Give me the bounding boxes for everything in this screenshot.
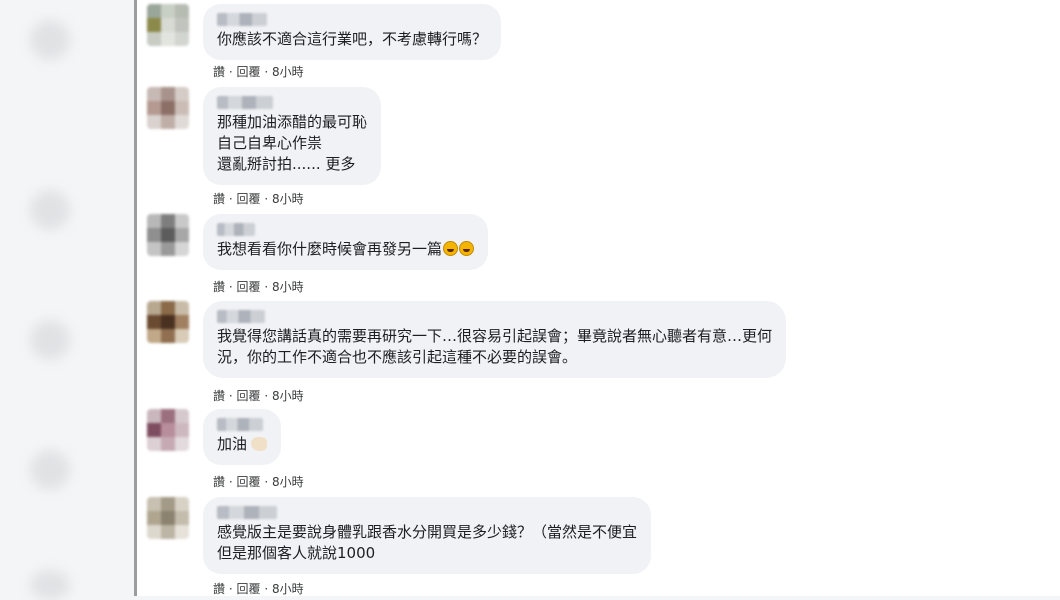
separator: · xyxy=(264,280,269,294)
separator: · xyxy=(264,192,269,206)
background-blur xyxy=(30,320,70,360)
comment-text: 你應該不適合這行業吧，不考慮轉行嗎？ xyxy=(217,30,488,48)
separator: · xyxy=(264,582,269,596)
avatar[interactable] xyxy=(147,87,189,129)
comment-bubble: 加油 xyxy=(203,409,282,465)
separator: · xyxy=(264,65,269,79)
timestamp-link[interactable]: 8小時 xyxy=(272,475,304,489)
comment-text-row: 加油 xyxy=(217,434,268,455)
timestamp-link[interactable]: 8小時 xyxy=(272,280,304,294)
timestamp-link[interactable]: 8小時 xyxy=(272,65,304,79)
reply-link[interactable]: 回覆 xyxy=(237,192,261,206)
laughing-crying-emoji-icon xyxy=(443,241,459,256)
avatar[interactable] xyxy=(147,301,189,343)
commenter-name[interactable] xyxy=(217,96,273,109)
background-blur xyxy=(30,190,70,230)
avatar[interactable] xyxy=(147,409,189,451)
comment-actions: 讚 · 回覆 · 8小時 xyxy=(213,190,304,207)
like-link[interactable]: 讚 xyxy=(213,389,225,403)
comment-text: 況，你的工作不適合也不應該引起這種不必要的誤會。 xyxy=(217,348,578,366)
comment-text: 但是那個客人就說1000 xyxy=(217,544,376,562)
comment-actions: 讚 · 回覆 · 8小時 xyxy=(213,387,304,404)
comment-text: 感覺版主是要說身體乳跟香水分開買是多少錢？（當然是不便宜 xyxy=(217,523,638,541)
reply-link[interactable]: 回覆 xyxy=(237,475,261,489)
reply-link[interactable]: 回覆 xyxy=(237,280,261,294)
laughing-crying-emoji-icon xyxy=(459,241,475,256)
avatar[interactable] xyxy=(147,214,189,256)
timestamp-link[interactable]: 8小時 xyxy=(272,582,304,596)
like-link[interactable]: 讚 xyxy=(213,65,225,79)
separator: · xyxy=(228,582,233,596)
comment-bubble: 我覺得您講話真的需要再研究一下…很容易引起誤會；畢竟說者無心聽者有意…更何 況，… xyxy=(203,301,787,378)
reply-link[interactable]: 回覆 xyxy=(237,65,261,79)
separator: · xyxy=(264,475,269,489)
comment-bubble: 感覺版主是要說身體乳跟香水分開買是多少錢？（當然是不便宜 但是那個客人就說100… xyxy=(203,497,652,574)
avatar[interactable] xyxy=(147,4,189,46)
commenter-name[interactable] xyxy=(217,223,255,236)
comment-text: 我想看看你什麼時候會再發另一篇 xyxy=(217,240,443,258)
reply-link[interactable]: 回覆 xyxy=(237,582,261,596)
flexed-biceps-icon xyxy=(251,437,268,451)
like-link[interactable]: 讚 xyxy=(213,192,225,206)
commenter-name[interactable] xyxy=(217,13,267,26)
separator: · xyxy=(228,280,233,294)
avatar[interactable] xyxy=(147,497,189,539)
comment-actions: 讚 · 回覆 · 8小時 xyxy=(213,473,304,490)
like-link[interactable]: 讚 xyxy=(213,280,225,294)
comment-text: 加油 xyxy=(217,435,248,453)
like-link[interactable]: 讚 xyxy=(213,582,225,596)
comment-bubble: 我想看看你什麼時候會再發另一篇 xyxy=(203,214,489,270)
comment-actions: 讚 · 回覆 · 8小時 xyxy=(213,63,304,80)
comment-text: 還亂掰討拍...... 更多 xyxy=(217,154,367,175)
reply-link[interactable]: 回覆 xyxy=(237,389,261,403)
comment-actions: 讚 · 回覆 · 8小時 xyxy=(213,580,304,597)
commenter-name[interactable] xyxy=(217,506,277,519)
background-blur xyxy=(30,450,70,490)
comment-text: 我覺得您講話真的需要再研究一下…很容易引起誤會；畢竟說者無心聽者有意…更何 xyxy=(217,327,773,345)
separator: · xyxy=(228,65,233,79)
comment-bubble: 你應該不適合這行業吧，不考慮轉行嗎？ xyxy=(203,4,502,60)
comment-actions: 讚 · 回覆 · 8小時 xyxy=(213,278,304,295)
separator: · xyxy=(228,192,233,206)
separator: · xyxy=(228,475,233,489)
comment-text-row: 我想看看你什麼時候會再發另一篇 xyxy=(217,239,475,260)
separator: · xyxy=(264,389,269,403)
commenter-name[interactable] xyxy=(217,310,265,323)
timestamp-link[interactable]: 8小時 xyxy=(272,192,304,206)
comment-text: 自己自卑心作祟 xyxy=(217,134,323,152)
background-blur xyxy=(30,20,70,60)
comment-panel: 你應該不適合這行業吧，不考慮轉行嗎？ 讚 · 回覆 · 8小時 那種加油添醋的最… xyxy=(134,0,1060,596)
comment-text: 還亂掰討拍...... xyxy=(217,155,321,173)
see-more-link[interactable]: 更多 xyxy=(325,155,355,173)
separator: · xyxy=(228,389,233,403)
timestamp-link[interactable]: 8小時 xyxy=(272,389,304,403)
like-link[interactable]: 讚 xyxy=(213,475,225,489)
comment-text: 那種加油添醋的最可恥 xyxy=(217,113,368,131)
comment-bubble: 那種加油添醋的最可恥 自己自卑心作祟 還亂掰討拍...... 更多 xyxy=(203,87,382,185)
commenter-name[interactable] xyxy=(217,418,263,431)
